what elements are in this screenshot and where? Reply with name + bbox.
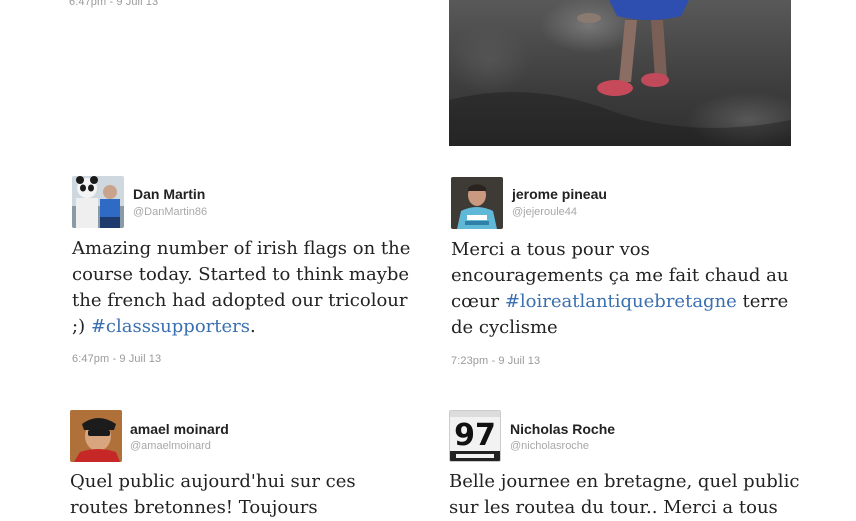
dress-shape [609,0,689,20]
hashtag-link[interactable]: #classsupporters [91,316,250,337]
tweet-text: Quel public aujourd'hui sur ces routes b… [70,469,356,521]
tweet-author-handle[interactable]: @jejeroule44 [512,206,577,218]
tweet-text-line: Quel public aujourd'hui sur ces [70,471,356,492]
child-standing-photo [449,0,791,146]
avatar[interactable]: 97 [449,410,501,462]
tweet-author-handle[interactable]: @DanMartin86 [133,206,207,218]
shadow-shape [449,92,791,146]
tweet-text: Merci a tous pour vos encouragements ça … [451,237,788,341]
right-shoe-shape [641,73,669,87]
tweet-text-fragment: terre [736,291,789,312]
panda-avatar-icon [72,176,124,228]
tweet-text-line: the french had adopted our tricolour [72,290,408,311]
tweet-text-line: Merci a tous pour vos [451,239,650,260]
tweet-author-name[interactable]: Nicholas Roche [510,421,615,437]
tweet-author-name[interactable]: jerome pineau [512,186,607,202]
tweet-text-line: encouragements ça me fait chaud au [451,265,789,286]
left-leg-shape [619,20,637,82]
tweet-text-fragment: . [249,316,256,337]
tweet-text-line: cœur #loireatlantiquebretagne terre [451,289,788,315]
tweet-text-line: Belle journee en bretagne, quel public [449,471,800,492]
tweet-author-name[interactable]: amael moinard [130,421,229,437]
avatar[interactable] [72,176,124,228]
cyclist-helmet-avatar-icon [70,410,122,462]
hashtag-link[interactable]: #loireatlantiquebretagne [505,291,737,312]
tweet-text-line: Amazing number of irish flags on the [72,238,411,259]
left-shoe-shape [597,80,633,96]
tweet-timestamp[interactable]: 6:47pm - 9 Juil 13 [72,353,161,365]
tweet-author-handle[interactable]: @nicholasroche [510,440,589,452]
cyclist-avatar-icon [451,177,503,229]
tweet-author-name[interactable]: Dan Martin [133,186,205,202]
right-leg-shape [651,20,667,78]
tweet-text-fragment: cœur [451,291,505,312]
race-number: 97 [454,418,496,453]
tweet-text-line: de cyclisme [451,317,558,338]
race-number-avatar-icon: 97 [450,411,500,461]
tweet-text: Amazing number of irish flags on the cou… [72,236,410,340]
tweet-timestamp: 6:47pm - 9 Juil 13 [69,0,159,8]
background-foot-shape [577,13,601,23]
avatar[interactable] [70,410,122,462]
tweet-text-line: routes bretonnes! Toujours [70,497,318,518]
tweet-timestamp[interactable]: 7:23pm - 9 Juil 13 [451,355,540,367]
tweet-photo[interactable] [449,0,791,146]
tweet-text: Belle journee en bretagne, quel public s… [449,469,799,521]
tweet-text-fragment: ;) [72,316,91,337]
avatar[interactable] [451,177,503,229]
tweet-text-line: sur les routea du tour.. Merci a tous [449,497,778,518]
tweet-author-handle[interactable]: @amaelmoinard [130,440,211,452]
tweet-text-line: ;) #classsupporters. [72,314,410,340]
tweet-text-line: course today. Started to think maybe [72,264,410,285]
